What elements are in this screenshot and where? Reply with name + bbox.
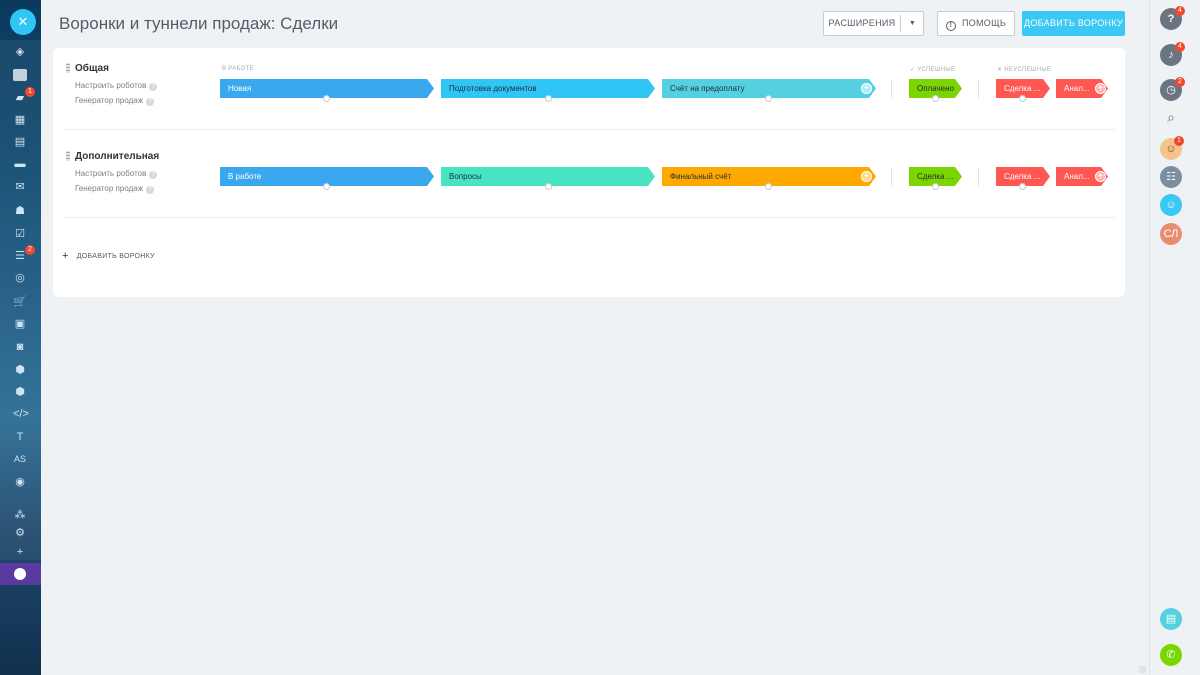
drive-icon[interactable]: ▬ (13, 158, 27, 170)
help-label: ПОМОЩЬ (961, 18, 1007, 28)
tasks-icon[interactable]: ☑ (13, 228, 27, 240)
question-icon[interactable]: ? (146, 98, 155, 106)
close-icon[interactable]: ✕ (10, 9, 36, 35)
add-funnel-label: ДОБАВИТЬ ВОРОНКУ (1023, 18, 1124, 28)
crm-badge: 2 (25, 245, 35, 255)
cube-icon[interactable]: ⬢ (13, 364, 27, 376)
setup-robots-link[interactable]: Настроить роботов? (75, 81, 158, 91)
phone-icon[interactable]: ✆ (1160, 644, 1182, 666)
plus-icon[interactable]: + (13, 546, 27, 558)
stage-knob[interactable] (1019, 183, 1026, 190)
page-title: Воронки и туннели продаж: Сделки (59, 14, 339, 33)
stage-knob[interactable] (323, 95, 330, 102)
chevron-down-icon[interactable]: ▼ (901, 12, 924, 35)
avatar-badge: 1 (1174, 136, 1184, 146)
contact-center-icon[interactable]: ▣ (13, 318, 27, 330)
stage-knob[interactable] (323, 183, 330, 190)
help-button[interactable]: ! ПОМОЩЬ (937, 11, 1015, 36)
group-in-work-label: В РАБОТЕ (222, 66, 254, 72)
stage-knob[interactable] (1019, 95, 1026, 102)
divider (891, 168, 892, 186)
divider (891, 80, 892, 98)
add-stage-icon[interactable]: + (861, 83, 872, 94)
docs-icon[interactable]: ▤ (1160, 608, 1182, 630)
setup-robots-link[interactable]: Настроить роботов? (75, 169, 158, 179)
t-item[interactable]: T (13, 431, 27, 443)
calendar-icon[interactable]: ▦ (13, 114, 27, 126)
add-stage-icon[interactable]: + (861, 171, 872, 182)
funnel-name[interactable]: Дополнительная (75, 151, 159, 162)
left-sidebar: ✕ ◈ ▰ 1 ▦ ▤ ▬ ✉ ☗ ☑ ☰ 2 ◎ 🛒 ▣ ◙ ⬢ ⬢ </> … (0, 0, 41, 675)
funnel-name[interactable]: Общая (75, 63, 109, 74)
plus-icon: + (62, 250, 69, 262)
settings-icon[interactable]: ⚙ (13, 527, 27, 539)
add-funnel-link-label: ДОБАВИТЬ ВОРОНКУ (76, 253, 155, 260)
app-icon (14, 568, 26, 580)
group-fail-text: НЕУСПЕШНЫЕ (1004, 67, 1052, 73)
group-chat-icon[interactable]: ☷ (1160, 166, 1182, 188)
groups-icon[interactable]: ☗ (13, 205, 27, 217)
drag-handle-icon[interactable] (66, 151, 70, 161)
add-stage-icon[interactable]: + (1095, 171, 1106, 182)
timeman-badge: 2 (1175, 77, 1185, 87)
stage-knob[interactable] (765, 95, 772, 102)
question-icon[interactable]: ? (149, 83, 158, 91)
active-item[interactable] (0, 563, 41, 585)
shop-icon[interactable]: 🛒 (13, 296, 27, 308)
user-avatar[interactable]: СЛ (1160, 223, 1182, 245)
extensions-label: РАСШИРЕНИЯ (828, 18, 896, 28)
question-icon[interactable]: ? (146, 186, 155, 194)
sales-generator-link[interactable]: Генератор продаж? (75, 184, 155, 194)
sales-generator-label: Генератор продаж (75, 184, 144, 193)
divider (64, 217, 1116, 218)
add-funnel-button[interactable]: ДОБАВИТЬ ВОРОНКУ (1022, 11, 1125, 36)
drag-handle-icon[interactable] (66, 63, 70, 73)
add-stage-icon[interactable]: + (1095, 83, 1106, 94)
stage-knob[interactable] (765, 183, 772, 190)
add-funnel-link[interactable]: + ДОБАВИТЬ ВОРОНКУ (62, 250, 155, 262)
scrollbar[interactable] (1139, 666, 1146, 673)
check-circle-icon[interactable]: ◉ (13, 476, 27, 488)
sitemap-icon[interactable]: ⁂ (13, 509, 27, 521)
setup-robots-label: Настроить роботов (75, 81, 147, 90)
feed-icon[interactable] (13, 69, 27, 81)
group-success-text: УСПЕШНЫЕ (917, 67, 956, 73)
divider (978, 168, 979, 186)
code-icon[interactable]: </> (13, 408, 29, 420)
divider (64, 129, 1116, 130)
group-fail-label: ✕ НЕУСПЕШНЫЕ (997, 66, 1051, 73)
stage-knob[interactable] (932, 183, 939, 190)
stage-knob[interactable] (932, 95, 939, 102)
marketing-icon[interactable]: ◎ (13, 272, 27, 284)
divider (978, 80, 979, 98)
extensions-button[interactable]: РАСШИРЕНИЯ ▼ (823, 11, 924, 36)
cube-2-icon[interactable]: ⬢ (13, 386, 27, 398)
stage-knob[interactable] (545, 95, 552, 102)
activity-stream-icon[interactable]: ◈ (13, 46, 27, 58)
info-icon: ! (945, 21, 956, 31)
as-item[interactable]: AS (10, 453, 30, 465)
messages-badge: 1 (25, 87, 35, 97)
mail-icon[interactable]: ✉ (13, 181, 27, 193)
open-lines-icon[interactable]: ☺ (1160, 194, 1182, 216)
question-icon[interactable]: ? (149, 171, 158, 179)
right-sidebar (1149, 0, 1200, 675)
group-success-label: ✓ УСПЕШНЫЕ (910, 66, 955, 73)
sales-generator-label: Генератор продаж (75, 96, 144, 105)
robots-icon[interactable]: ◙ (13, 341, 27, 353)
help-badge: 4 (1175, 6, 1185, 16)
stage-knob[interactable] (545, 183, 552, 190)
documents-icon[interactable]: ▤ (13, 136, 27, 148)
setup-robots-label: Настроить роботов (75, 169, 147, 178)
sales-generator-link[interactable]: Генератор продаж? (75, 96, 155, 106)
search-icon[interactable]: ⌕ (1160, 106, 1182, 128)
notifications-badge: 4 (1175, 42, 1185, 52)
